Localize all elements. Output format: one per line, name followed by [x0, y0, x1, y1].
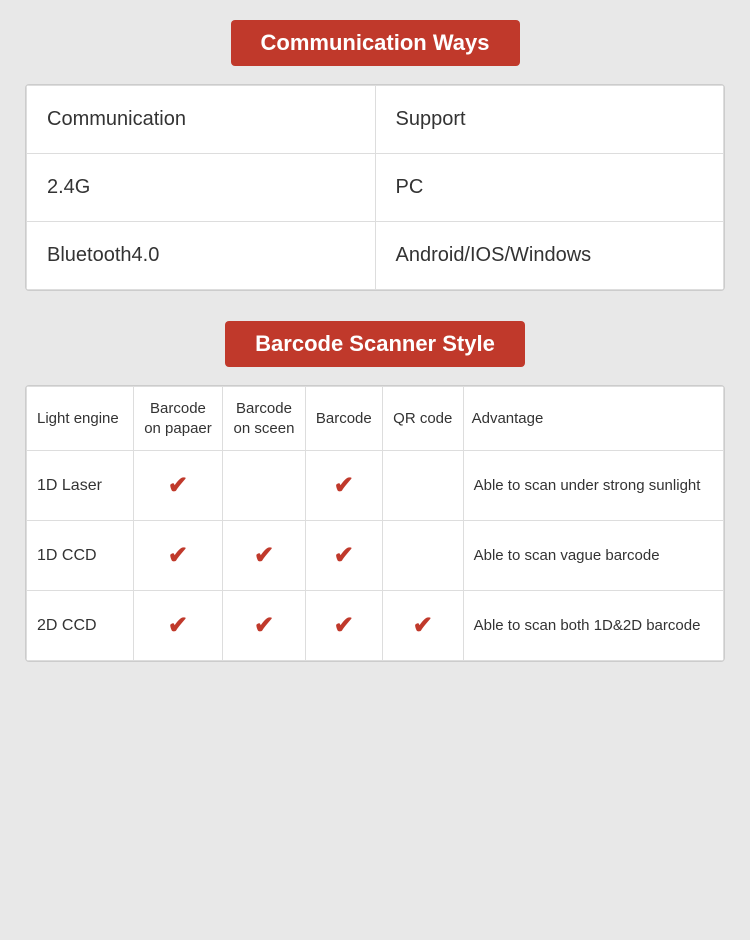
scanner-row3-col1: ✔ — [133, 591, 223, 661]
comm-row1-col1: 2.4G — [27, 154, 376, 222]
table-row: 1D CCD ✔ ✔ ✔ Able to scan vague barcode — [27, 521, 724, 591]
scanner-row3-col3: ✔ — [305, 591, 382, 661]
section2-title-container: Barcode Scanner Style — [25, 321, 725, 367]
scanner-row3-engine: 2D CCD — [27, 591, 134, 661]
scanner-row2-advantage: Able to scan vague barcode — [463, 521, 723, 591]
scanner-header-barcode-paper: Barcodeon papaer — [133, 387, 223, 451]
comm-row1-col2: PC — [375, 154, 724, 222]
check-icon: ✔ — [168, 542, 188, 569]
scanner-header-engine: Light engine — [27, 387, 134, 451]
scanner-table-header-row: Light engine Barcodeon papaer Barcodeon … — [27, 387, 724, 451]
scanner-row1-col4 — [382, 451, 463, 521]
scanner-table: Light engine Barcodeon papaer Barcodeon … — [26, 386, 724, 661]
scanner-row1-col3: ✔ — [305, 451, 382, 521]
check-icon: ✔ — [254, 612, 274, 639]
communication-table: Communication Support 2.4G PC Bluetooth4… — [26, 85, 724, 290]
table-row: 2.4G PC — [27, 154, 724, 222]
scanner-row3-col4: ✔ — [382, 591, 463, 661]
comm-row2-col1: Bluetooth4.0 — [27, 222, 376, 290]
check-icon: ✔ — [254, 542, 274, 569]
check-icon: ✔ — [334, 612, 354, 639]
scanner-row3-col2: ✔ — [223, 591, 305, 661]
scanner-row2-col1: ✔ — [133, 521, 223, 591]
scanner-header-advantage: Advantage — [463, 387, 723, 451]
section2-title: Barcode Scanner Style — [225, 321, 525, 367]
check-icon: ✔ — [334, 472, 354, 499]
scanner-row2-col3: ✔ — [305, 521, 382, 591]
comm-row2-col2: Android/IOS/Windows — [375, 222, 724, 290]
scanner-row1-col1: ✔ — [133, 451, 223, 521]
scanner-row1-advantage: Able to scan under strong sunlight — [463, 451, 723, 521]
section1-title-container: Communication Ways — [25, 20, 725, 66]
scanner-header-qr: QR code — [382, 387, 463, 451]
table-row: Communication Support — [27, 86, 724, 154]
table-row: 1D Laser ✔ ✔ Able to scan under strong s… — [27, 451, 724, 521]
check-icon: ✔ — [168, 612, 188, 639]
section1-title: Communication Ways — [231, 20, 520, 66]
scanner-table-wrapper: Light engine Barcodeon papaer Barcodeon … — [25, 385, 725, 662]
table-row: Bluetooth4.0 Android/IOS/Windows — [27, 222, 724, 290]
scanner-row1-engine: 1D Laser — [27, 451, 134, 521]
comm-header-col2: Support — [375, 86, 724, 154]
scanner-row2-col4 — [382, 521, 463, 591]
scanner-header-barcode-screen: Barcodeon sceen — [223, 387, 305, 451]
table-row: 2D CCD ✔ ✔ ✔ ✔ Able to scan both 1D&2D b… — [27, 591, 724, 661]
check-icon: ✔ — [334, 542, 354, 569]
check-icon: ✔ — [168, 472, 188, 499]
scanner-header-barcode: Barcode — [305, 387, 382, 451]
communication-table-wrapper: Communication Support 2.4G PC Bluetooth4… — [25, 84, 725, 291]
comm-header-col1: Communication — [27, 86, 376, 154]
scanner-row1-col2 — [223, 451, 305, 521]
scanner-row3-advantage: Able to scan both 1D&2D barcode — [463, 591, 723, 661]
check-icon: ✔ — [413, 612, 433, 639]
scanner-row2-col2: ✔ — [223, 521, 305, 591]
scanner-row2-engine: 1D CCD — [27, 521, 134, 591]
